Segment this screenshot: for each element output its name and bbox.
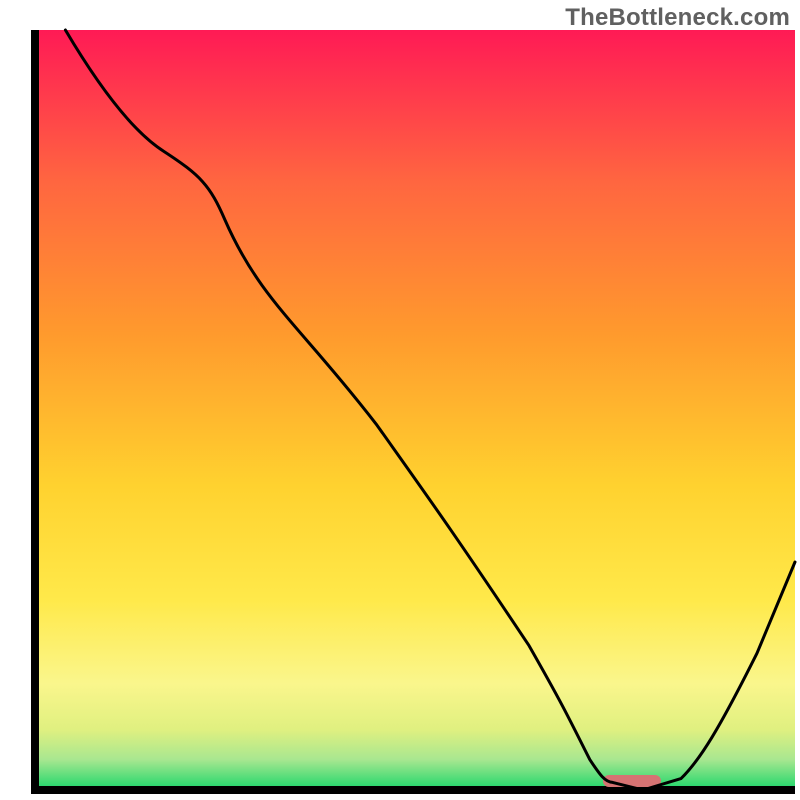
bottleneck-chart bbox=[0, 0, 800, 800]
chart-background-gradient bbox=[35, 30, 795, 790]
chart-container: { "watermark": "TheBottleneck.com", "cha… bbox=[0, 0, 800, 800]
